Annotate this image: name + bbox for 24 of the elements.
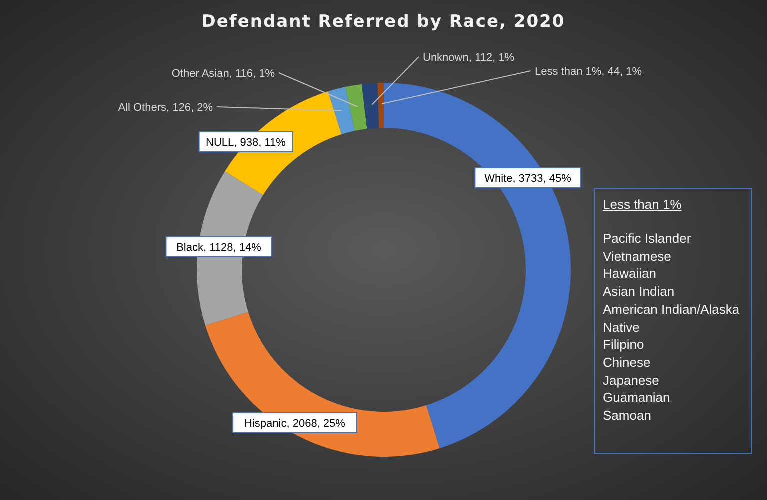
note-heading: Less than 1%: [603, 197, 682, 212]
note-item: American Indian/Alaska Native: [603, 300, 741, 336]
note-item: Vietnamese: [603, 248, 672, 266]
data-label: Other Asian, 116, 1%: [172, 68, 275, 80]
data-label: All Others, 126, 2%: [118, 102, 213, 114]
data-label: White, 3733, 45%: [484, 173, 572, 185]
chart-title: Defendant Referred by Race, 2020: [202, 12, 566, 32]
note-item: Asian Indian: [603, 283, 676, 301]
data-label: NULL, 938, 11%: [198, 132, 294, 152]
data-label: Unknown, 112, 1%: [423, 52, 515, 64]
note-item: Chinese: [603, 354, 652, 372]
data-label: NULL, 938, 11%: [206, 137, 286, 149]
data-label: Black, 1128, 14%: [176, 242, 262, 254]
data-label: Hispanic, 2068, 25%: [244, 418, 346, 430]
data-label: Hispanic, 2068, 25%: [232, 412, 358, 434]
data-label: Black, 1128, 14%: [166, 236, 272, 258]
note-item: Guamanian: [603, 389, 672, 408]
note-item: Pacific Islander: [603, 230, 692, 248]
data-label: Less than 1%, 44, 1%: [535, 66, 642, 78]
note-item: Samoan: [603, 407, 652, 425]
note-item: Japanese: [603, 372, 660, 390]
data-label: White, 3733, 45%: [474, 168, 582, 188]
note-item: Filipino: [603, 336, 646, 354]
note-item: Hawaiian: [603, 265, 658, 284]
